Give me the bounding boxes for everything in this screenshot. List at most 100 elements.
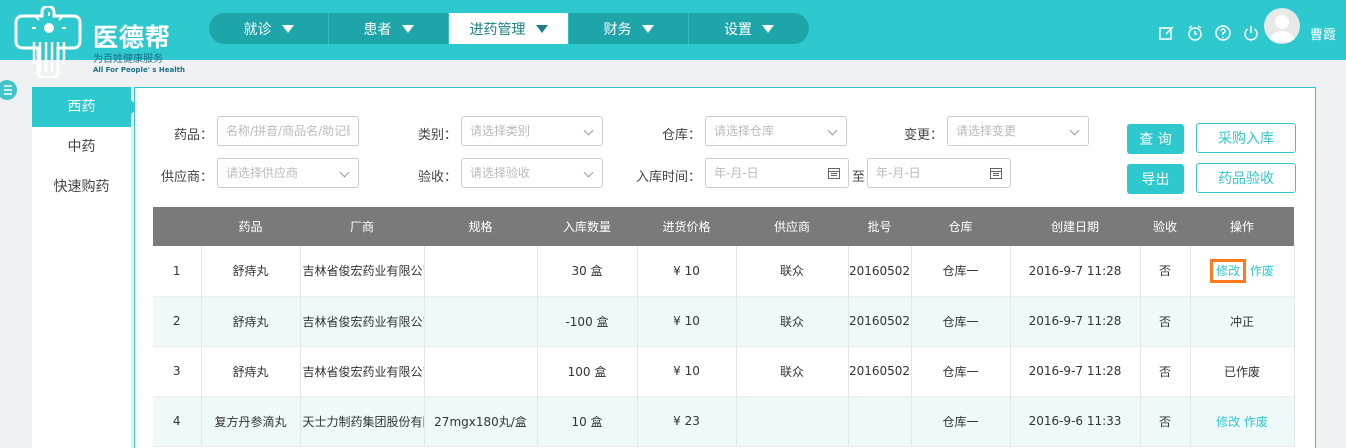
caret-down-icon xyxy=(281,24,294,33)
maker-cell: 吉林省俊宏药业有限公司 xyxy=(300,246,425,297)
purchase-in-button[interactable]: 采购入库 xyxy=(1196,123,1296,153)
nav-item-finance[interactable]: 财务 xyxy=(569,13,689,44)
column-header: 入库数量 xyxy=(537,207,637,246)
maker-cell: 吉林省俊宏药业有限公司 xyxy=(300,346,425,397)
sidebar: 西药 中药 快速购药 xyxy=(32,87,139,448)
date-to-field[interactable]: 年-月-日 xyxy=(867,158,1011,188)
batch-cell xyxy=(848,396,912,447)
chevron-down-icon xyxy=(827,125,838,136)
brand-slogan-en: All For People' s Health xyxy=(93,66,185,74)
nav-item-settings[interactable]: 设置 xyxy=(689,13,809,44)
nav-item-visit[interactable]: 就诊 xyxy=(209,13,329,44)
batch-cell: 20160502 xyxy=(848,346,912,397)
batch-cell: 20160502 xyxy=(848,296,912,347)
price-cell: ¥ 10 xyxy=(637,346,737,397)
table-header-row: 药品 厂商 规格 入库数量 进货价格 供应商 批号 仓库 创建日期 验收 操作 xyxy=(153,207,1294,246)
sidebar-item-quick-purchase[interactable]: 快速购药 xyxy=(32,167,131,207)
caret-down-icon xyxy=(401,24,414,33)
change-placeholder: 请选择变更 xyxy=(956,124,1017,138)
nav-item-label: 患者 xyxy=(363,21,392,38)
edit-link[interactable]: 修改 xyxy=(1216,415,1240,429)
void-link[interactable]: 作废 xyxy=(1250,264,1274,278)
avatar[interactable] xyxy=(1264,8,1300,44)
category-select[interactable]: 请选择类别 xyxy=(461,116,603,146)
void-link[interactable]: 作废 xyxy=(1244,415,1268,429)
check-select[interactable]: 请选择验收 xyxy=(461,158,603,188)
column-header: 厂商 xyxy=(300,207,424,246)
date-to-label: 至 xyxy=(851,170,865,185)
warehouse-placeholder: 请选择仓库 xyxy=(714,124,775,138)
chevron-down-icon xyxy=(1069,125,1080,136)
table-row: 4 复方丹参滴丸 天士力制药集团股份有限公司 27mgx180丸/盒 10 盒 … xyxy=(153,396,1295,447)
check-cell: 否 xyxy=(1140,296,1191,347)
row-number: 1 xyxy=(153,246,202,297)
content-panel: 药品： 类别： 请选择类别 仓库： 请选择仓库 变更： 请选择变更 供应商： 请… xyxy=(134,87,1316,448)
brand-name: 医德帮 xyxy=(93,23,172,52)
check-cell: 否 xyxy=(1140,246,1191,297)
supplier-cell: 联众 xyxy=(736,346,849,397)
column-header: 药品 xyxy=(201,207,300,246)
column-header xyxy=(153,207,201,246)
time-filter-label: 入库时间： xyxy=(635,170,701,185)
category-filter-label: 类别： xyxy=(417,128,457,143)
date-to-placeholder: 年-月-日 xyxy=(876,166,921,180)
price-cell: ¥ 10 xyxy=(637,246,737,297)
date-from-field[interactable]: 年-月-日 xyxy=(705,158,849,188)
drug-cell: 舒痔丸 xyxy=(201,246,301,297)
column-header: 进货价格 xyxy=(637,207,736,246)
date-cell: 2016-9-7 11:28 xyxy=(1010,246,1141,297)
date-cell: 2016-9-7 11:28 xyxy=(1010,346,1141,397)
warehouse-select[interactable]: 请选择仓库 xyxy=(705,116,847,146)
chevron-down-icon xyxy=(583,167,594,178)
caret-down-icon xyxy=(641,24,654,33)
nav-item-label: 设置 xyxy=(724,21,752,38)
table-row: 1 舒痔丸 吉林省俊宏药业有限公司 30 盒 ¥ 10 联众 20160502 … xyxy=(153,246,1295,297)
supplier-cell: 联众 xyxy=(736,296,849,347)
column-header: 验收 xyxy=(1140,207,1190,246)
nav-item-patient[interactable]: 患者 xyxy=(329,13,449,44)
check-cell: 否 xyxy=(1140,346,1191,397)
drug-cell: 复方丹参滴丸 xyxy=(201,396,301,447)
price-cell: ¥ 10 xyxy=(637,296,737,347)
calendar-icon xyxy=(990,168,1002,179)
top-header: 医德帮 为百姓健康服务 All For People' s Health 就诊 … xyxy=(0,0,1346,78)
query-button[interactable]: 查 询 xyxy=(1127,124,1184,154)
drug-check-button[interactable]: 药品验收 xyxy=(1196,163,1296,193)
drug-search-field[interactable] xyxy=(217,116,359,146)
column-header: 规格 xyxy=(424,207,537,246)
qty-cell: 30 盒 xyxy=(537,246,638,297)
check-cell: 否 xyxy=(1140,396,1191,447)
edit-icon[interactable] xyxy=(1158,24,1176,42)
maker-cell: 天士力制药集团股份有限公司 xyxy=(300,396,425,447)
nav-item-drug-purchase[interactable]: 进药管理 xyxy=(449,13,569,44)
category-placeholder: 请选择类别 xyxy=(470,124,531,138)
spec-cell xyxy=(424,296,538,347)
nav-item-label: 进药管理 xyxy=(469,21,526,38)
supplier-select[interactable]: 请选择供应商 xyxy=(217,158,359,188)
export-button[interactable]: 导出 xyxy=(1127,164,1184,194)
column-header: 创建日期 xyxy=(1010,207,1140,246)
nav-item-label: 财务 xyxy=(603,21,632,38)
drug-search-input[interactable] xyxy=(226,124,350,138)
brand-slogan: 为百姓健康服务 xyxy=(93,54,163,65)
change-select[interactable]: 请选择变更 xyxy=(947,116,1089,146)
supplier-cell xyxy=(736,396,849,447)
user-avatar-icon xyxy=(1269,15,1295,42)
warehouse-cell: 仓库一 xyxy=(911,296,1011,347)
change-filter-label: 变更： xyxy=(903,128,943,143)
row-number: 2 xyxy=(153,296,202,347)
caret-down-icon xyxy=(762,24,774,33)
edit-link[interactable]: 修改 xyxy=(1210,259,1247,284)
power-icon[interactable] xyxy=(1242,24,1260,42)
help-icon[interactable] xyxy=(1214,24,1232,42)
status-cell: 已作废 xyxy=(1190,346,1295,397)
maker-cell: 吉林省俊宏药业有限公司 xyxy=(300,296,425,347)
ops-cell: 修改 作废 xyxy=(1190,246,1295,297)
price-cell: ¥ 23 xyxy=(637,396,737,447)
alarm-icon[interactable] xyxy=(1186,24,1204,42)
sidebar-item-chinese-medicine[interactable]: 中药 xyxy=(32,127,131,167)
column-header: 操作 xyxy=(1190,207,1294,246)
username[interactable]: 曹霞 xyxy=(1310,24,1336,43)
sidebar-item-western-medicine[interactable]: 西药 xyxy=(32,87,139,127)
menu-toggle-icon[interactable] xyxy=(0,80,17,100)
